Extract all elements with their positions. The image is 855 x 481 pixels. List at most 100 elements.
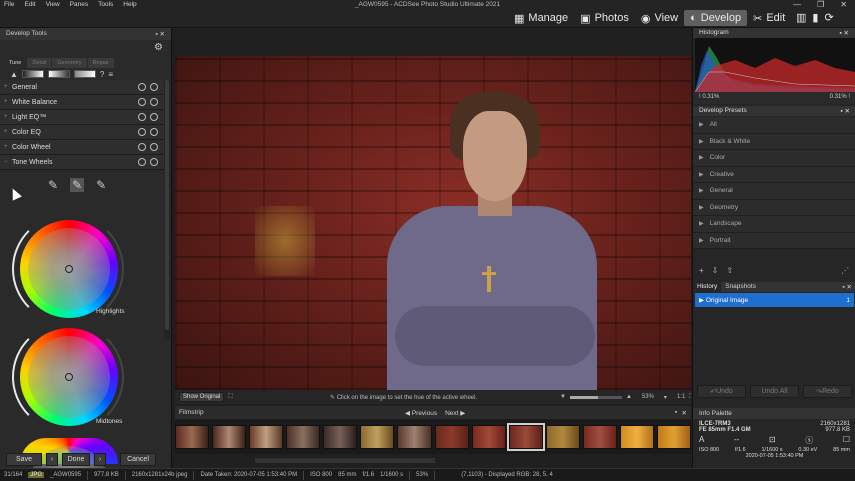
sync-icon[interactable]: ⟳ [824,11,833,24]
done-button[interactable]: Done [62,453,90,466]
group-color-eq[interactable]: + Color EQ [0,125,164,140]
settings-icon[interactable] [138,98,146,106]
thumbnail[interactable] [471,425,506,449]
mode-develop[interactable]: ◐ Develop [684,10,748,26]
gradient-swatch[interactable] [47,70,70,78]
settings-icon[interactable] [138,158,146,166]
highlights-wheel[interactable] [20,220,118,318]
preset-all[interactable]: ▶ All [693,117,855,134]
next-image-button[interactable]: › [94,453,106,466]
settings-icon[interactable] [138,128,146,136]
pin-icon[interactable]: ▪ ✕ [839,29,849,37]
thumbnail[interactable] [619,425,655,449]
triangle-down-icon[interactable]: ▼ [560,394,566,400]
ratio-label[interactable]: 1:1 [677,394,685,400]
save-button[interactable]: Save [6,453,42,466]
previous-button[interactable]: ◀ Previous [405,409,437,417]
fit-icon[interactable]: ⛶ [228,394,232,401]
toggle-icon[interactable] [150,128,158,136]
group-light-eq[interactable]: + Light EQ™ [0,110,164,125]
thumbnail[interactable] [286,425,321,449]
maximize-icon[interactable]: ❐ [817,0,824,9]
toggle-icon[interactable] [150,113,158,121]
menu-icon[interactable]: ≡ [108,70,113,79]
preset-portrait[interactable]: ▶ Portrait [693,232,855,249]
thumbnail-selected[interactable] [506,423,545,451]
mode-view[interactable]: ◉ View [635,10,684,26]
mode-manage[interactable]: ▦ Manage [508,10,574,26]
dashboard-icon[interactable]: ▥ [796,11,806,24]
thumbnail[interactable] [545,425,580,449]
resize-grip-icon[interactable]: ⋰ [841,266,849,275]
export-icon[interactable]: ⇧ [726,266,733,275]
thumbnail[interactable] [582,425,617,449]
gradient-swatch[interactable] [73,70,96,78]
midtones-wheel[interactable] [20,328,118,426]
tab-tune[interactable]: Tune [4,58,27,68]
redo-button[interactable]: ↷ Redo [803,385,852,398]
toggle-icon[interactable] [150,83,158,91]
thumbnail[interactable] [360,425,395,449]
prev-image-button[interactable]: ‹ [46,453,58,466]
group-white-balance[interactable]: + White Balance [0,95,164,110]
group-color-wheel[interactable]: + Color Wheel [0,140,164,155]
add-icon[interactable]: + [699,266,704,275]
undo-all-button[interactable]: Undo All [750,385,799,398]
thumbnail[interactable] [397,425,432,449]
undo-button[interactable]: ↶ Undo [697,385,746,398]
toggle-icon[interactable] [150,143,158,151]
preset-landscape[interactable]: ▶ Landscape [693,216,855,233]
help-icon[interactable]: ? [100,70,104,79]
preset-black-white[interactable]: ▶ Black & White [693,133,855,150]
close-icon[interactable]: ✕ [840,0,847,9]
thumbnail[interactable] [212,425,247,449]
wheel-handle[interactable] [65,373,73,381]
chart-icon[interactable]: ▮ [812,11,818,24]
minimize-icon[interactable]: — [793,0,801,9]
import-icon[interactable]: ⇩ [712,266,719,275]
gear-icon[interactable]: ⚙ [154,42,163,53]
preset-general[interactable]: ▶ General [693,183,855,200]
thumbnail[interactable] [175,425,210,449]
settings-icon[interactable] [138,113,146,121]
history-item[interactable]: ▶ Original Image 1 [695,293,854,307]
left-scrollbar[interactable] [164,80,170,340]
zoom-slider[interactable] [569,395,622,399]
triangle-icon[interactable]: ▲ [10,70,18,79]
eyedropper-icon[interactable]: ✎ [96,178,106,192]
filmstrip-scrollbar[interactable] [255,458,435,463]
mode-edit[interactable]: ✂ Edit [747,10,791,26]
wheel-handle[interactable] [65,265,73,273]
gradient-swatch[interactable] [21,70,44,78]
shadow-clip[interactable]: ! 0.31% [699,94,719,102]
tab-geometry[interactable]: Geometry [52,58,87,68]
preset-creative[interactable]: ▶ Creative [693,166,855,183]
thumbnail[interactable] [249,425,284,449]
group-general[interactable]: + General [0,80,164,95]
mode-photos[interactable]: ▣ Photos [574,10,635,26]
zoom-menu-icon[interactable]: ▾ [664,394,667,401]
pin-icon[interactable]: ▪ [675,409,677,416]
settings-icon[interactable] [138,143,146,151]
preset-geometry[interactable]: ▶ Geometry [693,199,855,216]
toggle-icon[interactable] [150,98,158,106]
settings-icon[interactable] [138,83,146,91]
tab-history[interactable]: History [693,282,722,292]
main-photo[interactable] [175,56,691,390]
thumbnail[interactable] [323,425,358,449]
close-icon[interactable]: ✕ [682,409,687,417]
zoom-in-icon[interactable]: ▲ [626,394,632,400]
pin-icon[interactable]: ▪ ✕ [840,107,850,115]
tab-snapshots[interactable]: Snapshots [721,282,760,292]
thumbnail[interactable] [434,425,469,449]
pin-icon[interactable]: ▪ ✕ [838,282,855,292]
eyedropper-icon[interactable]: ✎ [70,178,85,192]
cancel-button[interactable]: Cancel [120,453,156,466]
eyedropper-icon[interactable]: ✎ [48,178,58,192]
thumbnail[interactable] [657,425,692,449]
group-tone-wheels[interactable]: − Tone Wheels [0,155,164,170]
pin-icon[interactable]: ▪ ✕ [155,30,165,38]
toggle-icon[interactable] [150,158,158,166]
show-original-button[interactable]: Show Original [179,392,225,402]
preset-color[interactable]: ▶ Color [693,150,855,167]
